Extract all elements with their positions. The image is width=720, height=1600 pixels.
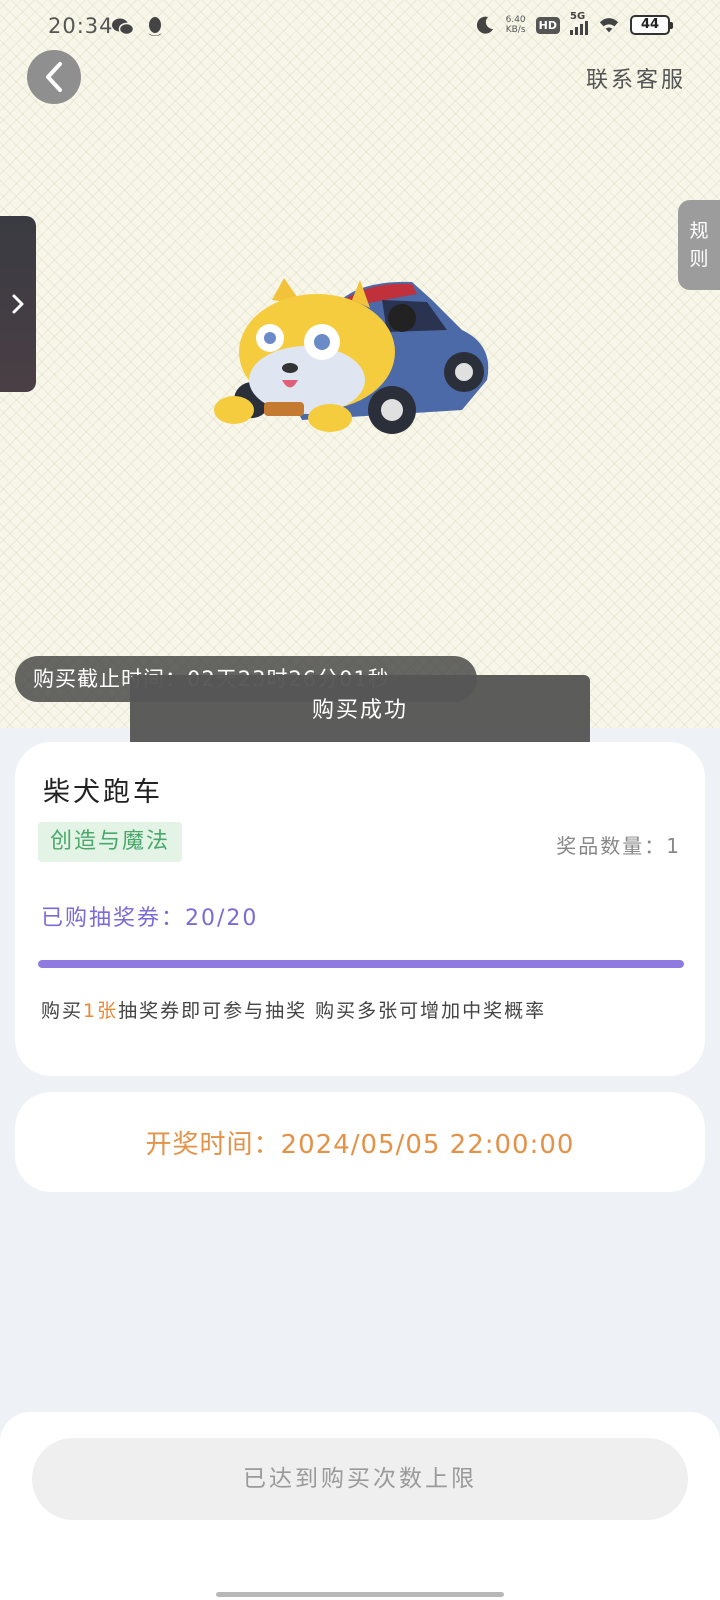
prize-info-card: 柴犬跑车 创造与魔法 奖品数量：1 已购抽奖券：20/20 购买1张抽奖券即可参… xyxy=(15,742,705,1076)
qq-icon xyxy=(144,16,166,38)
chevron-left-icon xyxy=(46,62,62,92)
participation-hint: 购买1张抽奖券即可参与抽奖 购买多张可增加中奖概率 xyxy=(41,996,546,1023)
wechat-icon xyxy=(112,16,134,38)
prize-image xyxy=(214,278,489,434)
draw-time-card: 开奖时间：2024/05/05 22:00:00 xyxy=(15,1092,705,1192)
draw-time-value: 2024/05/05 22:00:00 xyxy=(280,1129,575,1160)
rules-label-line2: 则 xyxy=(689,248,709,270)
moon-icon xyxy=(474,14,496,36)
network-type: 5G xyxy=(570,11,586,22)
prize-quantity: 奖品数量：1 xyxy=(556,834,681,858)
cellular-signal-icon: 5G xyxy=(570,11,588,35)
ticket-progress-text: 已购抽奖券：20/20 xyxy=(41,900,258,932)
status-bar: 20:34 6.40 KB/s HD 5G 44 xyxy=(0,0,720,54)
home-indicator[interactable] xyxy=(216,1592,504,1597)
contact-support-link[interactable]: 联系客服 xyxy=(586,62,686,94)
ticket-progress-value: 20/20 xyxy=(185,906,259,931)
draw-time: 开奖时间：2024/05/05 22:00:00 xyxy=(146,1124,575,1161)
hd-badge: HD xyxy=(535,16,560,34)
side-drawer-tab[interactable] xyxy=(0,216,36,392)
wifi-icon xyxy=(598,14,620,36)
rules-tab[interactable]: 规 则 xyxy=(678,200,720,290)
ticket-progress-label: 已购抽奖券： xyxy=(41,906,186,931)
status-system-icons: 6.40 KB/s HD 5G 44 xyxy=(474,11,673,36)
draw-time-label: 开奖时间： xyxy=(145,1129,281,1160)
category-tag: 创造与魔法 xyxy=(38,822,183,862)
battery-icon: 44 xyxy=(630,15,673,35)
prize-name: 柴犬跑车 xyxy=(43,777,163,808)
status-time: 20:34 xyxy=(48,14,114,38)
rules-label-line1: 规 xyxy=(689,220,709,242)
net-speed-value: 6.40 xyxy=(505,15,526,25)
net-speed: 6.40 KB/s xyxy=(506,15,526,35)
hint-prefix: 购买 xyxy=(41,1000,84,1022)
prize-hero: 20:34 6.40 KB/s HD 5G 44 联系客服 规 则 xyxy=(0,0,720,728)
status-notification-icons xyxy=(112,16,166,38)
purchase-button[interactable]: 已达到购买次数上限 xyxy=(32,1438,688,1520)
bottom-action-panel: 已达到购买次数上限 xyxy=(0,1412,720,1600)
back-button[interactable] xyxy=(27,50,81,104)
chevron-right-icon xyxy=(12,294,24,314)
hint-suffix: 抽奖券即可参与抽奖 购买多张可增加中奖概率 xyxy=(118,1000,547,1022)
ticket-progress-fill xyxy=(38,960,684,968)
net-speed-unit: KB/s xyxy=(505,25,526,35)
hint-highlight: 1张 xyxy=(83,1000,119,1022)
ticket-progress-bar xyxy=(38,960,684,968)
